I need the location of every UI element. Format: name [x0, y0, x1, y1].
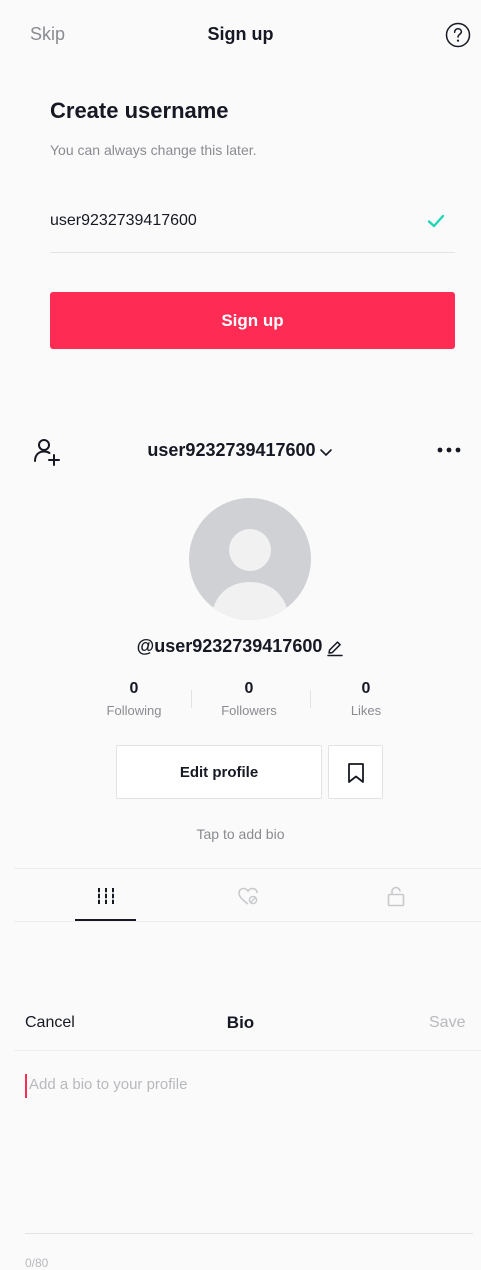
- stat-following[interactable]: 0 Following: [79, 680, 189, 718]
- signup-topbar: Skip Sign up: [0, 0, 481, 72]
- default-avatar-icon: [211, 529, 289, 620]
- bookmark-icon: [348, 763, 364, 783]
- stat-likes[interactable]: 0 Likes: [311, 680, 421, 718]
- profile-handle: @user9232739417600: [136, 636, 323, 656]
- username-input[interactable]: user9232739417600: [50, 212, 197, 230]
- bio-title: Bio: [226, 1013, 255, 1032]
- more-horizontal-icon[interactable]: [435, 444, 463, 456]
- stat-divider: [191, 690, 192, 708]
- stat-label: Likes: [350, 703, 382, 718]
- stat-followers[interactable]: 0 Followers: [194, 680, 304, 718]
- account-switcher[interactable]: user9232739417600: [0, 440, 481, 461]
- save-button[interactable]: Save: [429, 1014, 465, 1032]
- liked-hidden-icon[interactable]: [236, 884, 260, 908]
- edit-profile-button[interactable]: Edit profile: [116, 745, 322, 799]
- text-cursor: [25, 1074, 27, 1098]
- favorites-button[interactable]: [328, 745, 383, 799]
- create-username-subheading: You can always change this later.: [50, 142, 257, 158]
- chevron-down-icon: [319, 448, 332, 456]
- bio-char-count: 0/80: [25, 1256, 49, 1270]
- tabs-divider: [14, 921, 481, 922]
- signup-button[interactable]: Sign up: [50, 292, 455, 349]
- create-username-heading: Create username: [50, 98, 229, 123]
- pencil-icon[interactable]: [326, 639, 344, 657]
- bio-input[interactable]: [29, 1076, 459, 1216]
- page-title: Sign up: [207, 24, 274, 44]
- stat-value: 0: [244, 680, 254, 697]
- stat-value: 0: [361, 680, 371, 697]
- stat-value: 0: [129, 680, 139, 697]
- lock-icon[interactable]: [384, 884, 408, 908]
- bio-footer-divider: [25, 1233, 473, 1234]
- help-circle-icon[interactable]: [445, 22, 471, 48]
- bio-header-divider: [14, 1050, 481, 1051]
- username-underline: [50, 252, 455, 253]
- avatar[interactable]: [189, 498, 311, 620]
- tap-to-add-bio[interactable]: Tap to add bio: [0, 826, 481, 842]
- stat-label: Followers: [221, 703, 277, 718]
- profile-username: user9232739417600: [147, 440, 316, 460]
- stat-label: Following: [106, 703, 162, 718]
- handle-row: @user9232739417600: [0, 636, 481, 657]
- tabs-divider: [14, 868, 481, 869]
- grid-icon[interactable]: [94, 884, 118, 908]
- check-icon: [427, 214, 445, 228]
